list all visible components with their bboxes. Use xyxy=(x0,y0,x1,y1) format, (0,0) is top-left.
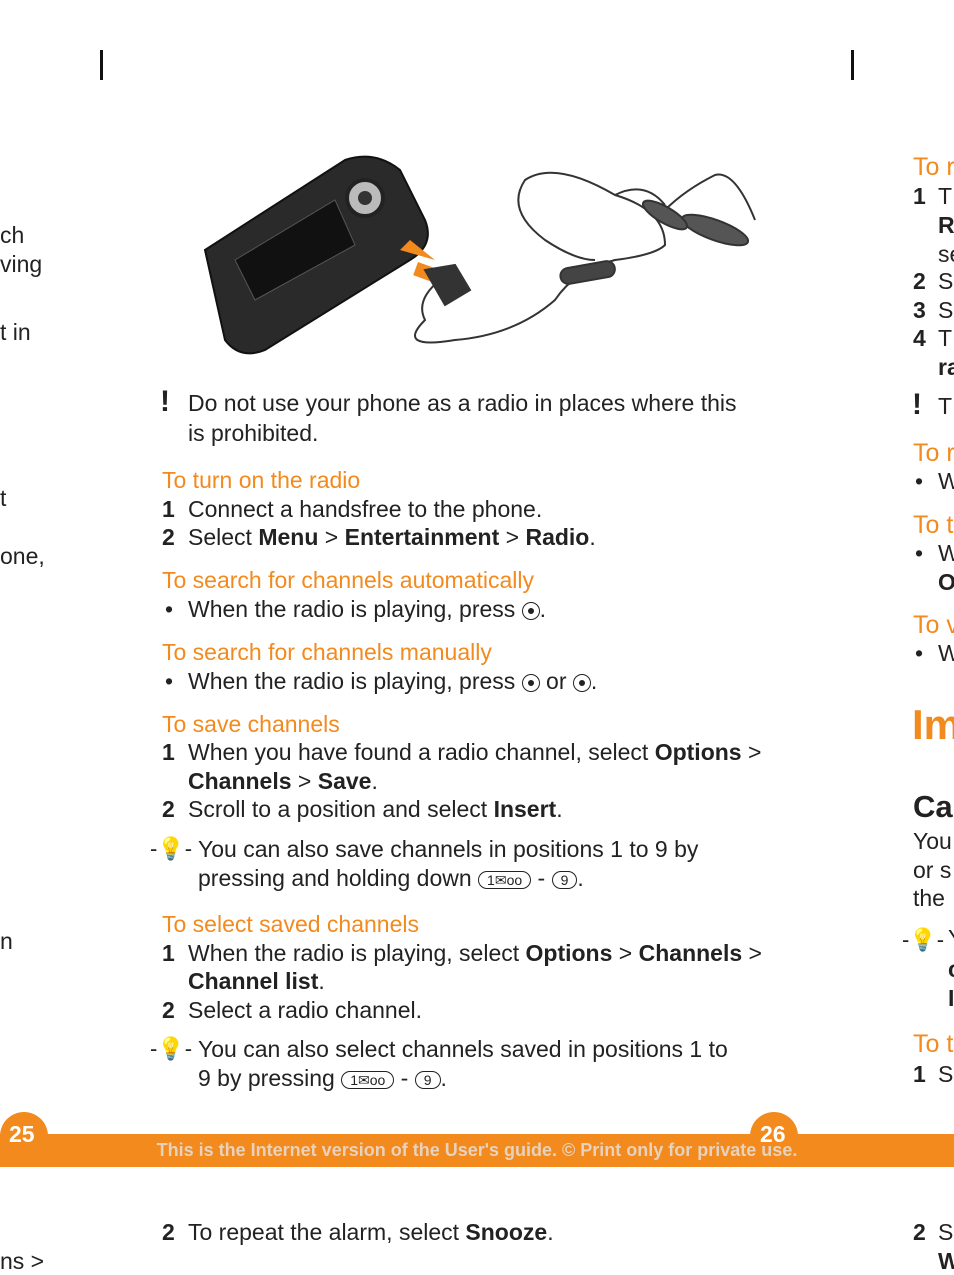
step-text: Select a radio channel. xyxy=(188,997,422,1023)
step-text: Channels > Save. xyxy=(188,768,378,794)
left-fragment: ch xyxy=(0,222,25,248)
left-fragment: n xyxy=(0,928,13,954)
key-9-icon: 9 xyxy=(414,1070,441,1089)
right-fragment: 4 xyxy=(913,325,926,351)
step-number: 2 xyxy=(162,1219,175,1245)
step-text: To repeat the alarm, select Snooze. xyxy=(188,1219,554,1245)
step-number: 2 xyxy=(162,796,175,822)
right-fragment: ra xyxy=(938,354,954,380)
right-fragment: To r xyxy=(913,439,954,467)
tip-text: You can also select channels saved in po… xyxy=(198,1036,728,1062)
crop-mark xyxy=(851,50,854,80)
phone-image xyxy=(203,155,429,355)
right-fragment: or s xyxy=(913,857,952,883)
section-heading: To search for channels automatically xyxy=(162,567,535,593)
warning-icon: ! xyxy=(912,388,922,421)
section-heading: To select saved channels xyxy=(162,911,419,937)
key-1-icon: 1✉oo xyxy=(341,1070,395,1089)
navigation-right-icon xyxy=(572,673,591,692)
warning-icon: ! xyxy=(160,385,170,418)
right-fragment: R xyxy=(938,212,954,238)
right-fragment: Ca xyxy=(913,789,953,824)
right-fragment: S xyxy=(938,268,954,294)
right-fragment: 2 xyxy=(913,268,926,294)
right-fragment: S xyxy=(938,1219,954,1245)
right-fragment: To r xyxy=(913,153,954,181)
bullet-text: When the radio is playing, press . xyxy=(188,596,547,622)
right-fragment: W xyxy=(938,468,954,494)
left-fragment: ving xyxy=(0,251,43,277)
bullet: • xyxy=(915,540,924,566)
step-text: Connect a handsfree to the phone. xyxy=(188,496,543,522)
right-fragment: S xyxy=(938,297,954,323)
right-fragment: 2 xyxy=(913,1219,926,1245)
tip-text: pressing and holding down 1✉oo - 9. xyxy=(198,865,584,891)
right-fragment: S xyxy=(938,1061,954,1087)
navigation-key-icon xyxy=(521,601,540,620)
step-text: When you have found a radio channel, sel… xyxy=(188,739,762,765)
right-fragment: T xyxy=(938,325,953,351)
right-fragment: O xyxy=(938,569,954,595)
right-fragment: se xyxy=(938,241,954,267)
navigation-left-icon xyxy=(521,673,540,692)
warning-text: is prohibited. xyxy=(188,420,319,446)
section-heading: To turn on the radio xyxy=(162,467,361,493)
step-text: Select Menu > Entertainment > Radio. xyxy=(188,524,596,550)
left-fragment: ns > xyxy=(0,1248,45,1274)
headset-image xyxy=(414,171,756,344)
lightbulb-icon: -💡- xyxy=(150,836,193,861)
left-fragment: t in xyxy=(0,319,31,345)
section-heading: To search for channels manually xyxy=(162,639,492,665)
bullet: • xyxy=(915,640,924,666)
bullet-text: When the radio is playing, press or . xyxy=(188,668,598,694)
lightbulb-icon: -💡- xyxy=(902,927,945,952)
key-1-icon: 1✉oo xyxy=(478,870,532,889)
tip-text: You can also save channels in positions … xyxy=(198,836,699,862)
right-fragment: W xyxy=(938,1248,954,1274)
right-fragment: 3 xyxy=(913,297,926,323)
right-fragment: 1 xyxy=(913,1061,926,1087)
right-fragment: Y xyxy=(948,924,954,952)
left-fragment: t xyxy=(0,485,7,511)
step-text: Channel list. xyxy=(188,968,325,994)
lightbulb-icon: -💡- xyxy=(150,1036,193,1061)
bullet: • xyxy=(165,668,174,694)
right-fragment: the xyxy=(913,885,945,911)
step-number: 2 xyxy=(162,997,175,1023)
warning-text: Do not use your phone as a radio in plac… xyxy=(188,390,737,416)
section-heading: To save channels xyxy=(162,711,340,737)
step-number: 1 xyxy=(162,940,175,966)
phone-handsfree-illustration xyxy=(203,155,756,355)
left-fragment: one, xyxy=(0,543,45,569)
right-fragment: T xyxy=(938,393,953,419)
step-number: 1 xyxy=(162,739,175,765)
step-number: 2 xyxy=(162,524,175,550)
right-fragment: W xyxy=(938,540,954,566)
right-fragment: W xyxy=(938,640,954,666)
footer-notice: This is the Internet version of the User… xyxy=(156,1140,798,1160)
right-fragment: You xyxy=(913,828,952,854)
right-fragment: I xyxy=(948,985,954,1011)
step-text: Scroll to a position and select Insert. xyxy=(188,796,563,822)
step-number: 1 xyxy=(162,496,175,522)
tip-text: 9 by pressing 1✉oo - 9. xyxy=(198,1065,447,1091)
bullet: • xyxy=(915,468,924,494)
crop-mark xyxy=(100,50,103,80)
right-fragment: c xyxy=(948,955,954,983)
right-fragment: To t xyxy=(913,511,954,539)
right-fragment: 1 xyxy=(913,183,926,209)
right-fragment: Im xyxy=(912,701,954,748)
right-fragment: To t xyxy=(913,1030,954,1058)
bullet: • xyxy=(165,596,174,622)
step-text: When the radio is playing, select Option… xyxy=(188,940,762,966)
right-fragment: T xyxy=(938,183,953,209)
key-9-icon: 9 xyxy=(551,870,578,889)
right-fragment: To v xyxy=(913,611,954,639)
